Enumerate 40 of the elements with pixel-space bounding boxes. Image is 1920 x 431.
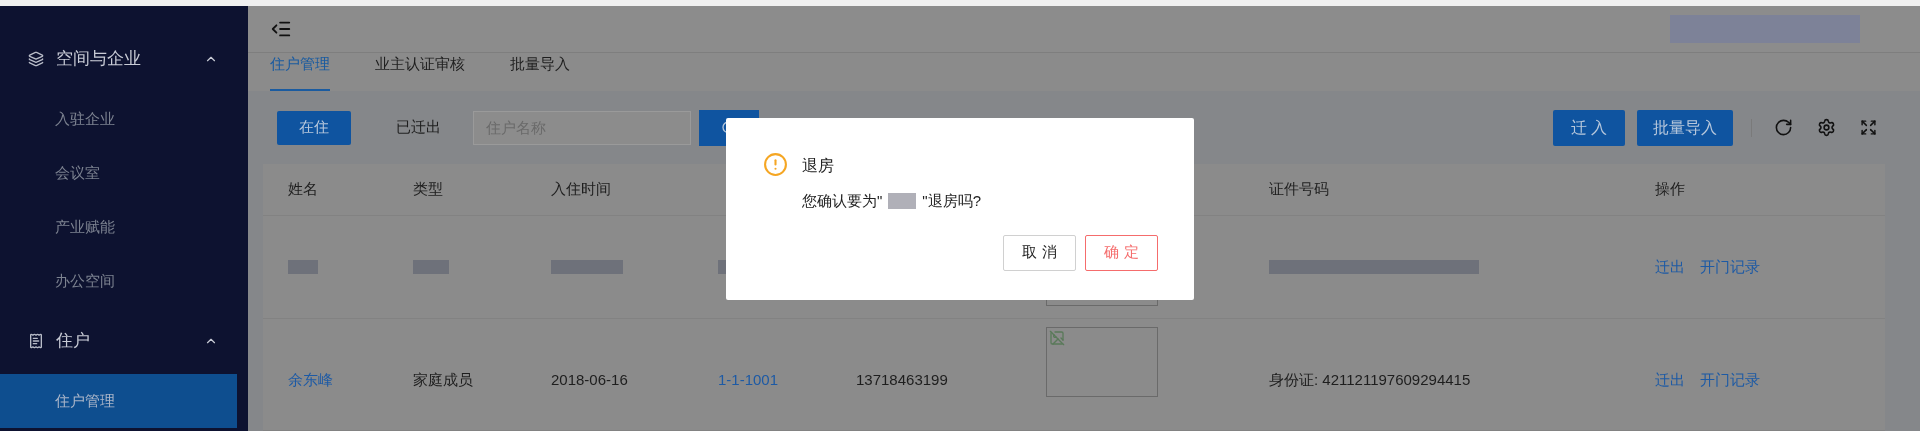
sidebar-group-label: 空间与企业 bbox=[56, 48, 142, 71]
action-button[interactable]: 迁 入 bbox=[1553, 109, 1625, 146]
fullscreen-icon[interactable] bbox=[1860, 119, 1877, 136]
sidebar-item[interactable]: 产业赋能 bbox=[0, 200, 237, 254]
receipt-icon bbox=[28, 333, 44, 349]
tab[interactable]: 批量导入 bbox=[510, 52, 570, 91]
table-cell: 身份证: 421121197609294415 bbox=[1269, 371, 1471, 389]
filter-button[interactable]: 在住 bbox=[277, 110, 351, 145]
pixelated-block bbox=[288, 260, 318, 274]
action-button[interactable]: 批量导入 bbox=[1637, 109, 1733, 146]
column-header: 操作 bbox=[1655, 180, 1685, 198]
settings-icon[interactable] bbox=[1817, 118, 1836, 137]
dialog-message: 您确认要为" bbox=[802, 191, 883, 211]
pixelated-block bbox=[413, 260, 449, 274]
dialog-title: 退房 bbox=[802, 156, 835, 176]
sidebar-item[interactable]: 办公空间 bbox=[0, 254, 237, 308]
dialog-button[interactable]: 确 定 bbox=[1085, 234, 1158, 271]
sidebar-item[interactable]: 入驻企业 bbox=[0, 92, 237, 146]
sidebar-group[interactable]: 住户 bbox=[0, 308, 248, 374]
column-header: 姓名 bbox=[288, 180, 318, 198]
sidebar-item[interactable]: 会议室 bbox=[0, 146, 237, 200]
sidebar-group[interactable]: 空间与企业 bbox=[0, 26, 248, 92]
table-cell: 13718463199 bbox=[856, 371, 948, 389]
layers-icon bbox=[28, 51, 44, 67]
pixelated-block bbox=[551, 260, 623, 274]
table-cell: 2018-06-16 bbox=[551, 371, 628, 389]
dialog-message: "退房吗? bbox=[922, 191, 981, 211]
pixelated-block bbox=[888, 193, 917, 210]
table-cell: 家庭成员 bbox=[413, 371, 473, 389]
column-header: 类型 bbox=[413, 180, 443, 198]
broken-image-icon bbox=[1049, 330, 1065, 346]
tab[interactable]: 业主认证审核 bbox=[375, 52, 465, 91]
refresh-icon[interactable] bbox=[1774, 118, 1793, 137]
column-header: 证件号码 bbox=[1269, 180, 1329, 198]
sidebar-item[interactable]: 住户管理 bbox=[0, 374, 237, 428]
filter-button[interactable]: 已迁出 bbox=[374, 110, 463, 145]
dialog-button[interactable]: 取 消 bbox=[1003, 234, 1076, 271]
column-header: 入住时间 bbox=[551, 180, 611, 198]
sidebar-group-label: 住户 bbox=[56, 330, 91, 353]
warning-icon bbox=[763, 152, 788, 177]
